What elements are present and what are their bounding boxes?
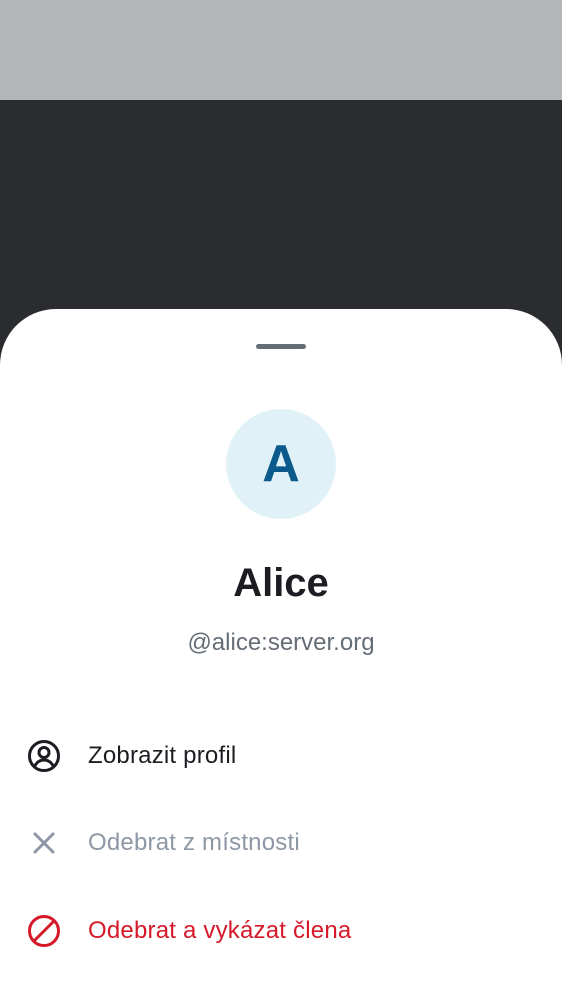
member-bottom-sheet: A Alice @alice:server.org Zobrazit profi… (0, 309, 562, 1000)
user-profile-icon (26, 738, 62, 774)
view-profile-label: Zobrazit profil (88, 742, 237, 769)
drag-handle[interactable] (256, 344, 306, 349)
close-icon (26, 825, 62, 861)
remove-from-room-button[interactable]: Odebrat z místnosti (0, 803, 562, 883)
view-profile-button[interactable]: Zobrazit profil (0, 716, 562, 796)
ban-icon (26, 913, 62, 949)
remove-from-room-label: Odebrat z místnosti (88, 829, 300, 856)
avatar: A (226, 409, 336, 519)
avatar-initial: A (262, 435, 300, 493)
ban-member-label: Odebrat a vykázat člena (88, 917, 352, 944)
member-user-id: @alice:server.org (187, 629, 375, 656)
member-display-name: Alice (233, 561, 329, 605)
screen: A Alice @alice:server.org Zobrazit profi… (0, 0, 562, 1000)
status-bar (0, 0, 562, 100)
ban-member-button[interactable]: Odebrat a vykázat člena (0, 891, 562, 971)
